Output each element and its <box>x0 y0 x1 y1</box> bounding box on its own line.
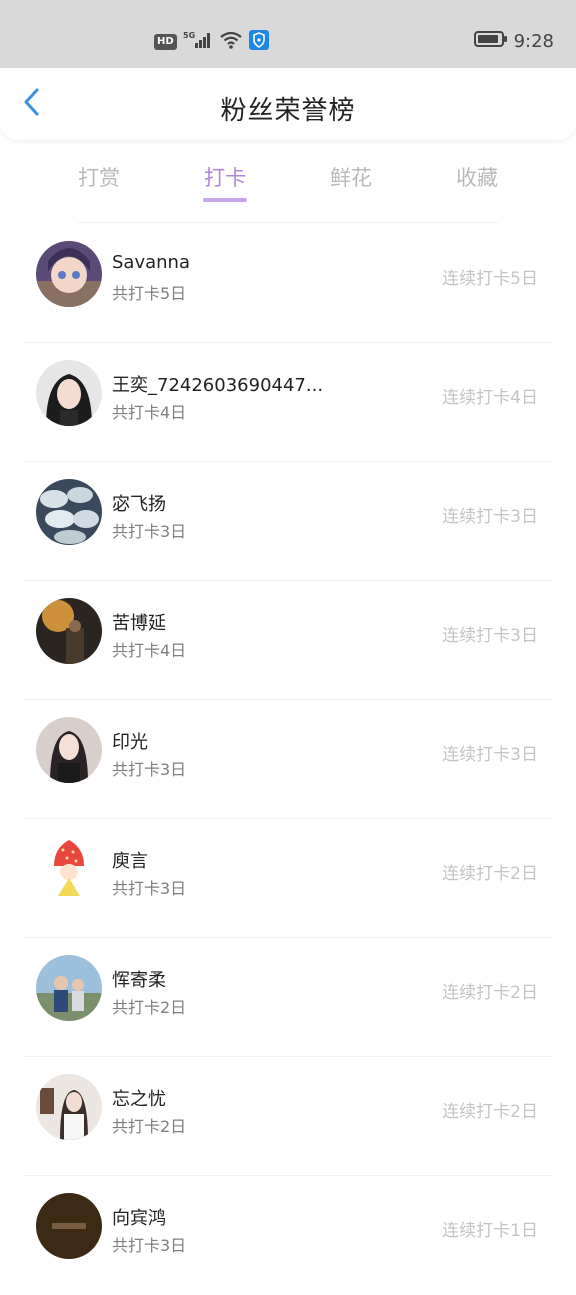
fan-total-checkins: 共打卡3日 <box>112 879 187 898</box>
wifi-icon <box>219 30 243 54</box>
avatar <box>36 479 102 545</box>
fan-name: 印光 <box>112 732 148 753</box>
fan-name: 王奕_7242603690447... <box>112 375 324 396</box>
fan-streak: 连续打卡3日 <box>442 507 538 527</box>
page-header: 粉丝荣誉榜 <box>0 68 576 140</box>
fan-name: 忘之忧 <box>112 1089 166 1110</box>
fan-streak: 连续打卡1日 <box>442 1221 538 1241</box>
fan-total-checkins: 共打卡3日 <box>112 760 187 779</box>
fan-name: 宓飞扬 <box>112 494 166 515</box>
fan-total-checkins: 共打卡2日 <box>112 1117 187 1136</box>
avatar <box>36 1193 102 1259</box>
active-tab-indicator <box>203 198 247 202</box>
fan-streak: 连续打卡3日 <box>442 626 538 646</box>
list-item[interactable]: 印光 共打卡3日 连续打卡3日 <box>0 700 576 819</box>
fan-streak: 连续打卡2日 <box>442 1102 538 1122</box>
list-item[interactable]: 王奕_7242603690447... 共打卡4日 连续打卡4日 <box>0 343 576 462</box>
fan-streak: 连续打卡3日 <box>442 745 538 765</box>
avatar <box>36 836 102 902</box>
fan-name: 向宾鸿 <box>112 1208 166 1229</box>
avatar <box>36 955 102 1021</box>
status-bar: HD 5G 9:28 <box>0 0 576 68</box>
fan-streak: 连续打卡5日 <box>442 269 538 289</box>
list-item[interactable]: 向宾鸿 共打卡3日 连续打卡1日 <box>0 1176 576 1295</box>
fan-name: 庾言 <box>112 851 148 872</box>
list-item[interactable]: Savanna 共打卡5日 连续打卡5日 <box>0 224 576 343</box>
fan-total-checkins: 共打卡5日 <box>112 284 187 303</box>
fan-streak: 连续打卡2日 <box>442 864 538 884</box>
fan-name: 苦博延 <box>112 613 166 634</box>
list-item[interactable]: 苦博延 共打卡4日 连续打卡3日 <box>0 581 576 700</box>
list-item[interactable]: 宓飞扬 共打卡3日 连续打卡3日 <box>0 462 576 581</box>
fan-total-checkins: 共打卡2日 <box>112 998 187 1017</box>
hd-badge: HD <box>154 34 177 50</box>
fan-list: Savanna 共打卡5日 连续打卡5日 王奕_7242603690447...… <box>0 224 576 1295</box>
avatar <box>36 241 102 307</box>
fan-total-checkins: 共打卡3日 <box>112 522 187 541</box>
status-icons-left: HD 5G <box>154 30 269 54</box>
fan-name: Savanna <box>112 252 190 273</box>
tab-reward[interactable]: 打赏 <box>59 162 139 192</box>
avatar <box>36 1074 102 1140</box>
clock-time: 9:28 <box>513 31 554 52</box>
list-item[interactable]: 恽寄柔 共打卡2日 连续打卡2日 <box>0 938 576 1057</box>
fan-streak: 连续打卡4日 <box>442 388 538 408</box>
tab-checkin[interactable]: 打卡 <box>185 162 265 192</box>
signal-icon: 5G <box>183 30 213 54</box>
tab-flowers[interactable]: 鲜花 <box>311 162 391 192</box>
status-icons-right: 9:28 <box>473 30 554 53</box>
avatar <box>36 360 102 426</box>
fan-name: 恽寄柔 <box>112 970 166 991</box>
shield-icon <box>248 30 269 54</box>
fan-streak: 连续打卡2日 <box>442 983 538 1003</box>
tabs-divider <box>78 222 498 223</box>
tab-favorites[interactable]: 收藏 <box>437 162 517 192</box>
avatar <box>36 717 102 783</box>
avatar <box>36 598 102 664</box>
list-item[interactable]: 庾言 共打卡3日 连续打卡2日 <box>0 819 576 938</box>
fan-total-checkins: 共打卡4日 <box>112 641 187 660</box>
page-title: 粉丝荣誉榜 <box>220 96 356 126</box>
tab-bar: 打赏 打卡 鲜花 收藏 <box>0 140 576 224</box>
network-type-label: 5G <box>183 31 195 40</box>
battery-icon <box>473 30 508 53</box>
fan-total-checkins: 共打卡4日 <box>112 403 187 422</box>
list-item[interactable]: 忘之忧 共打卡2日 连续打卡2日 <box>0 1057 576 1176</box>
fan-total-checkins: 共打卡3日 <box>112 1236 187 1255</box>
